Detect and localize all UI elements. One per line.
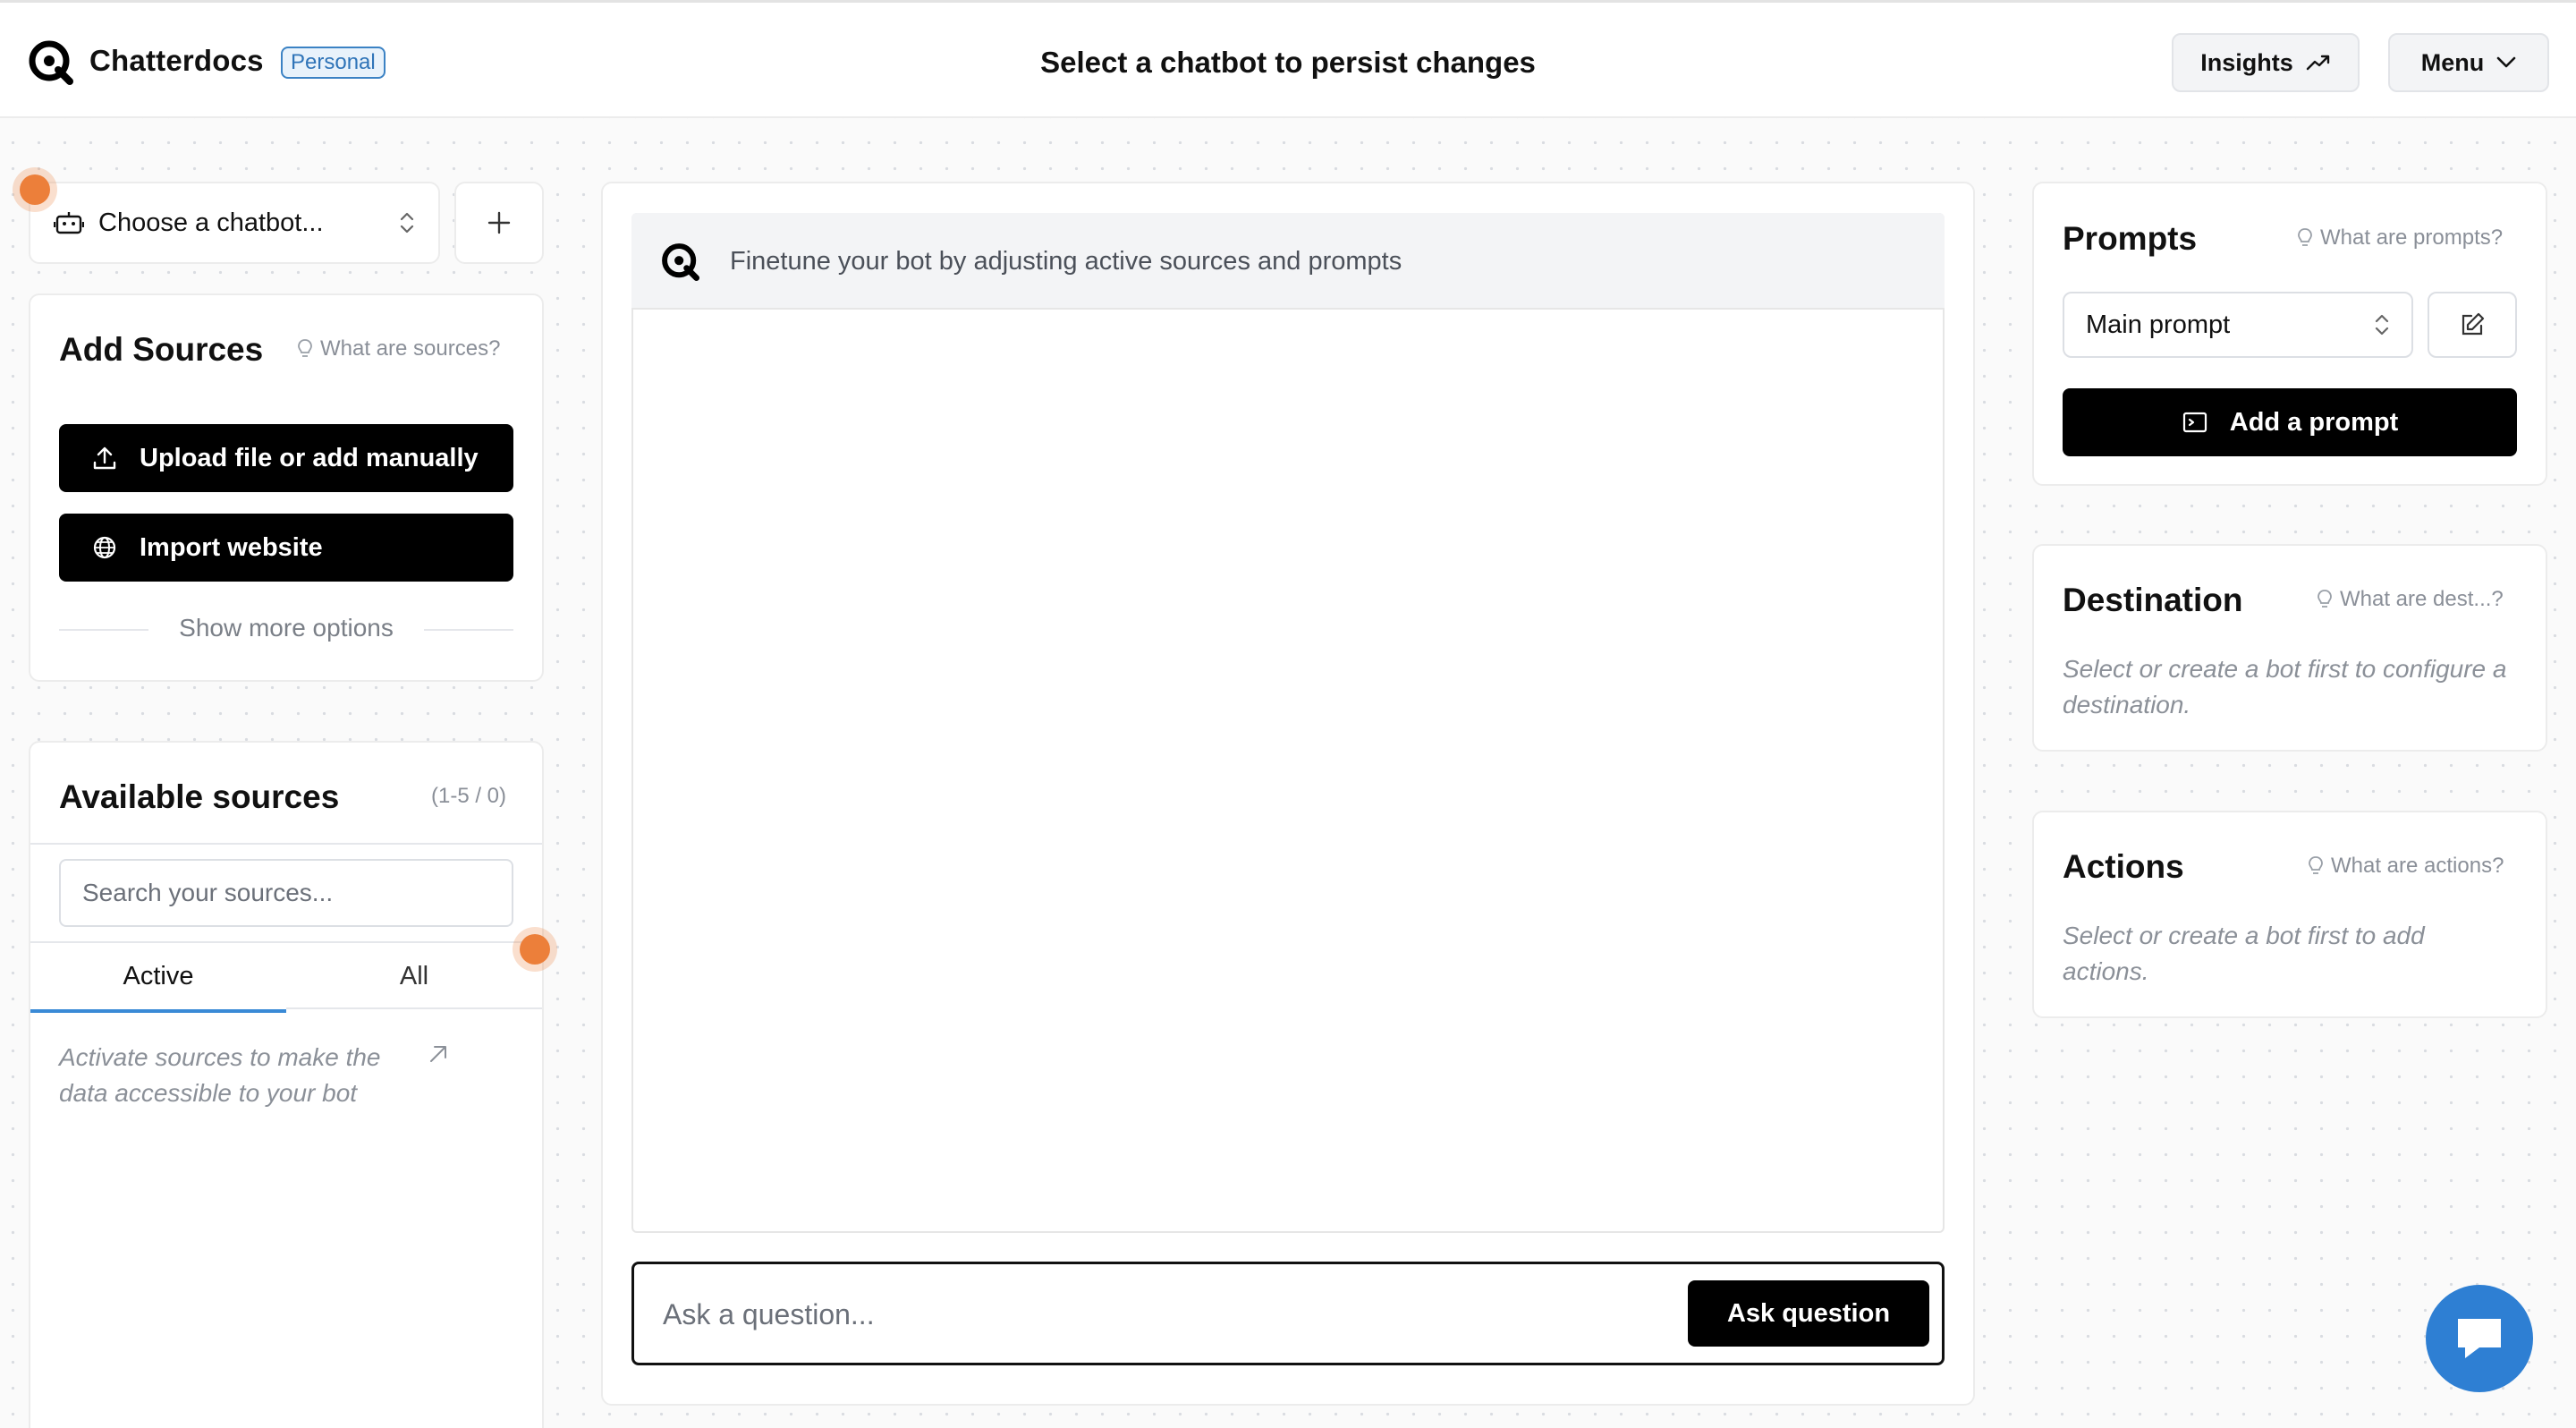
plus-icon — [487, 211, 511, 234]
upload-icon — [93, 446, 116, 470]
menu-label: Menu — [2420, 48, 2485, 76]
chat-header-text: Finetune your bot by adjusting active so… — [730, 247, 1402, 276]
add-chatbot-button[interactable] — [454, 182, 544, 264]
tab-all[interactable]: All — [286, 943, 542, 1009]
prompts-title: Prompts — [2063, 220, 2198, 257]
destination-message: Select or create a bot first to configur… — [2063, 655, 2507, 718]
import-website-label: Import website — [140, 532, 323, 562]
robot-icon — [54, 212, 84, 234]
menu-button[interactable]: Menu — [2388, 33, 2549, 92]
edit-prompt-button[interactable] — [2428, 292, 2517, 358]
trend-up-icon — [2306, 55, 2329, 71]
brand-name[interactable]: Chatterdocs — [89, 44, 264, 78]
add-prompt-button[interactable]: Add a prompt — [2063, 388, 2517, 456]
source-search-input[interactable]: Search your sources... — [59, 859, 513, 927]
tour-dot[interactable] — [20, 174, 50, 205]
insights-button[interactable]: Insights — [2172, 33, 2360, 92]
globe-icon — [93, 536, 116, 559]
logo-icon — [662, 243, 699, 281]
upload-file-label: Upload file or add manually — [140, 443, 479, 472]
available-sources-title: Available sources — [59, 778, 340, 815]
bulb-icon — [2309, 856, 2323, 874]
ask-question-button[interactable]: Ask question — [1688, 1280, 1929, 1347]
actions-message: Select or create a bot first to add acti… — [2063, 922, 2425, 985]
chatbot-selector-label: Choose a chatbot... — [98, 208, 324, 237]
show-more-options[interactable]: Show more options — [148, 614, 424, 642]
sources-help-text: What are sources? — [320, 336, 501, 361]
prompt-selector-value: Main prompt — [2086, 310, 2231, 339]
sources-count: (1-5 / 0) — [431, 784, 507, 808]
tour-dot[interactable] — [520, 934, 550, 965]
tab-active[interactable]: Active — [30, 943, 286, 1013]
chevron-down-icon — [2496, 56, 2516, 68]
top-bar: Chatterdocs Personal Select a chatbot to… — [0, 0, 2576, 118]
add-sources-title: Add Sources — [59, 331, 264, 368]
terminal-icon — [2182, 412, 2207, 433]
import-website-button[interactable]: Import website — [59, 514, 513, 582]
tabs-bottom-divider — [286, 1007, 542, 1009]
sort-icon — [400, 212, 414, 234]
divider-left — [59, 629, 148, 631]
upload-file-button[interactable]: Upload file or add manually — [59, 424, 513, 492]
destination-title: Destination — [2063, 582, 2243, 618]
insights-label: Insights — [2200, 48, 2293, 76]
edit-icon — [2462, 312, 2485, 336]
chat-icon — [2458, 1319, 2501, 1358]
bulb-icon — [2298, 228, 2312, 246]
destination-help-link[interactable]: What are dest...? — [2317, 587, 2504, 612]
logo-icon — [29, 40, 73, 85]
actions-help-text: What are actions? — [2331, 854, 2504, 878]
support-chat-button[interactable] — [2426, 1285, 2533, 1392]
bulb-icon — [2318, 590, 2332, 608]
prompt-selector[interactable]: Main prompt — [2063, 292, 2413, 358]
sources-empty-message: Activate sources to make the data access… — [59, 1043, 381, 1107]
add-prompt-label: Add a prompt — [2229, 407, 2399, 437]
question-placeholder: Ask a question... — [663, 1298, 875, 1330]
chatbot-selector[interactable]: Choose a chatbot... — [29, 182, 440, 264]
sources-help-link[interactable]: What are sources? — [297, 336, 500, 361]
bulb-icon — [298, 339, 312, 357]
prompts-help-link[interactable]: What are prompts? — [2297, 225, 2503, 251]
actions-help-link[interactable]: What are actions? — [2308, 854, 2504, 879]
prompts-help-text: What are prompts? — [2320, 225, 2504, 250]
chat-messages-area — [631, 213, 1945, 1233]
sources-header-divider — [30, 843, 542, 845]
sort-icon — [2375, 314, 2389, 336]
plan-badge: Personal — [281, 47, 386, 79]
destination-help-text: What are dest...? — [2340, 587, 2504, 611]
divider-right — [424, 629, 513, 631]
chat-header: Finetune your bot by adjusting active so… — [631, 213, 1945, 310]
actions-title: Actions — [2063, 848, 2184, 885]
question-input[interactable]: Ask a question... Ask question — [631, 1262, 1945, 1365]
arrow-up-right-icon[interactable] — [426, 1041, 451, 1067]
